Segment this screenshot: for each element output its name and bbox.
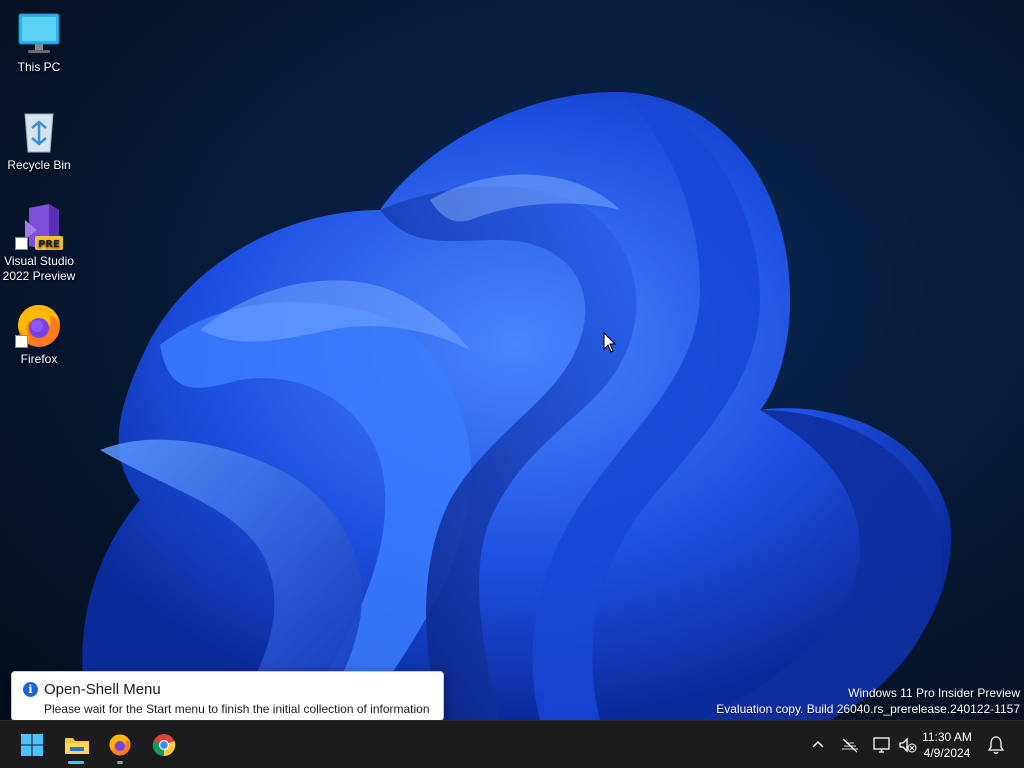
desktop-icon-label: Firefox [20, 352, 58, 366]
folder-icon [65, 738, 89, 754]
firefox-icon [109, 734, 131, 756]
notification-bell-icon[interactable] [986, 735, 1006, 755]
no-network-icon[interactable] [840, 735, 860, 755]
system-clock[interactable]: 11:30 AM 4/9/2024 [912, 729, 982, 761]
desktop-icon-label: Visual Studio 2022 Preview [2, 254, 76, 283]
desktop-icon-label: Recycle Bin [7, 158, 71, 172]
mouse-cursor-icon [603, 332, 617, 353]
shortcut-arrow-icon [15, 237, 28, 250]
clock-date: 4/9/2024 [923, 746, 971, 760]
evaluation-watermark: Windows 11 Pro Insider Preview Evaluatio… [716, 685, 1020, 717]
windows-logo-icon [21, 734, 43, 756]
desktop-icon-this-pc[interactable]: This PC [0, 10, 78, 75]
notification-message: Please wait for the Start menu to finish… [44, 702, 430, 716]
watermark-build: Evaluation copy. Build 26040.rs_prerelea… [716, 702, 1020, 716]
network-display-icon[interactable] [872, 735, 892, 755]
start-button[interactable] [12, 725, 52, 765]
monitor-icon [15, 10, 63, 58]
open-shell-notification[interactable]: i Open-Shell Menu Please wait for the St… [11, 671, 444, 746]
running-indicator [117, 761, 123, 764]
firefox-taskbar-button[interactable] [100, 725, 140, 765]
desktop-icon-visual-studio[interactable]: PRE Visual Studio 2022 Preview [0, 204, 78, 284]
running-indicator [68, 761, 84, 764]
shortcut-arrow-icon [15, 335, 28, 348]
taskbar: 11:30 AM 4/9/2024 [0, 720, 1024, 768]
chevron-up-icon[interactable] [808, 735, 828, 755]
desktop[interactable]: This PC Recycle Bin PRE Visual Studio 20… [0, 0, 1024, 720]
recycle-bin-icon [15, 108, 63, 156]
pre-badge: PRE [38, 239, 60, 250]
chrome-icon [152, 734, 176, 757]
desktop-icon-firefox[interactable]: Firefox [0, 302, 78, 367]
desktop-icon-label: This PC [17, 60, 61, 74]
firefox-icon [15, 302, 63, 350]
desktop-icon-recycle-bin[interactable]: Recycle Bin [0, 108, 78, 173]
clock-time: 11:30 AM [922, 730, 972, 744]
info-icon: i [23, 682, 38, 697]
chrome-taskbar-button[interactable] [144, 725, 184, 765]
notification-title: Open-Shell Menu [44, 681, 161, 698]
visual-studio-preview-icon: PRE [15, 204, 63, 252]
watermark-edition: Windows 11 Pro Insider Preview [848, 686, 1020, 700]
file-explorer-button[interactable] [56, 725, 96, 765]
wallpaper-bloom [82, 91, 952, 720]
